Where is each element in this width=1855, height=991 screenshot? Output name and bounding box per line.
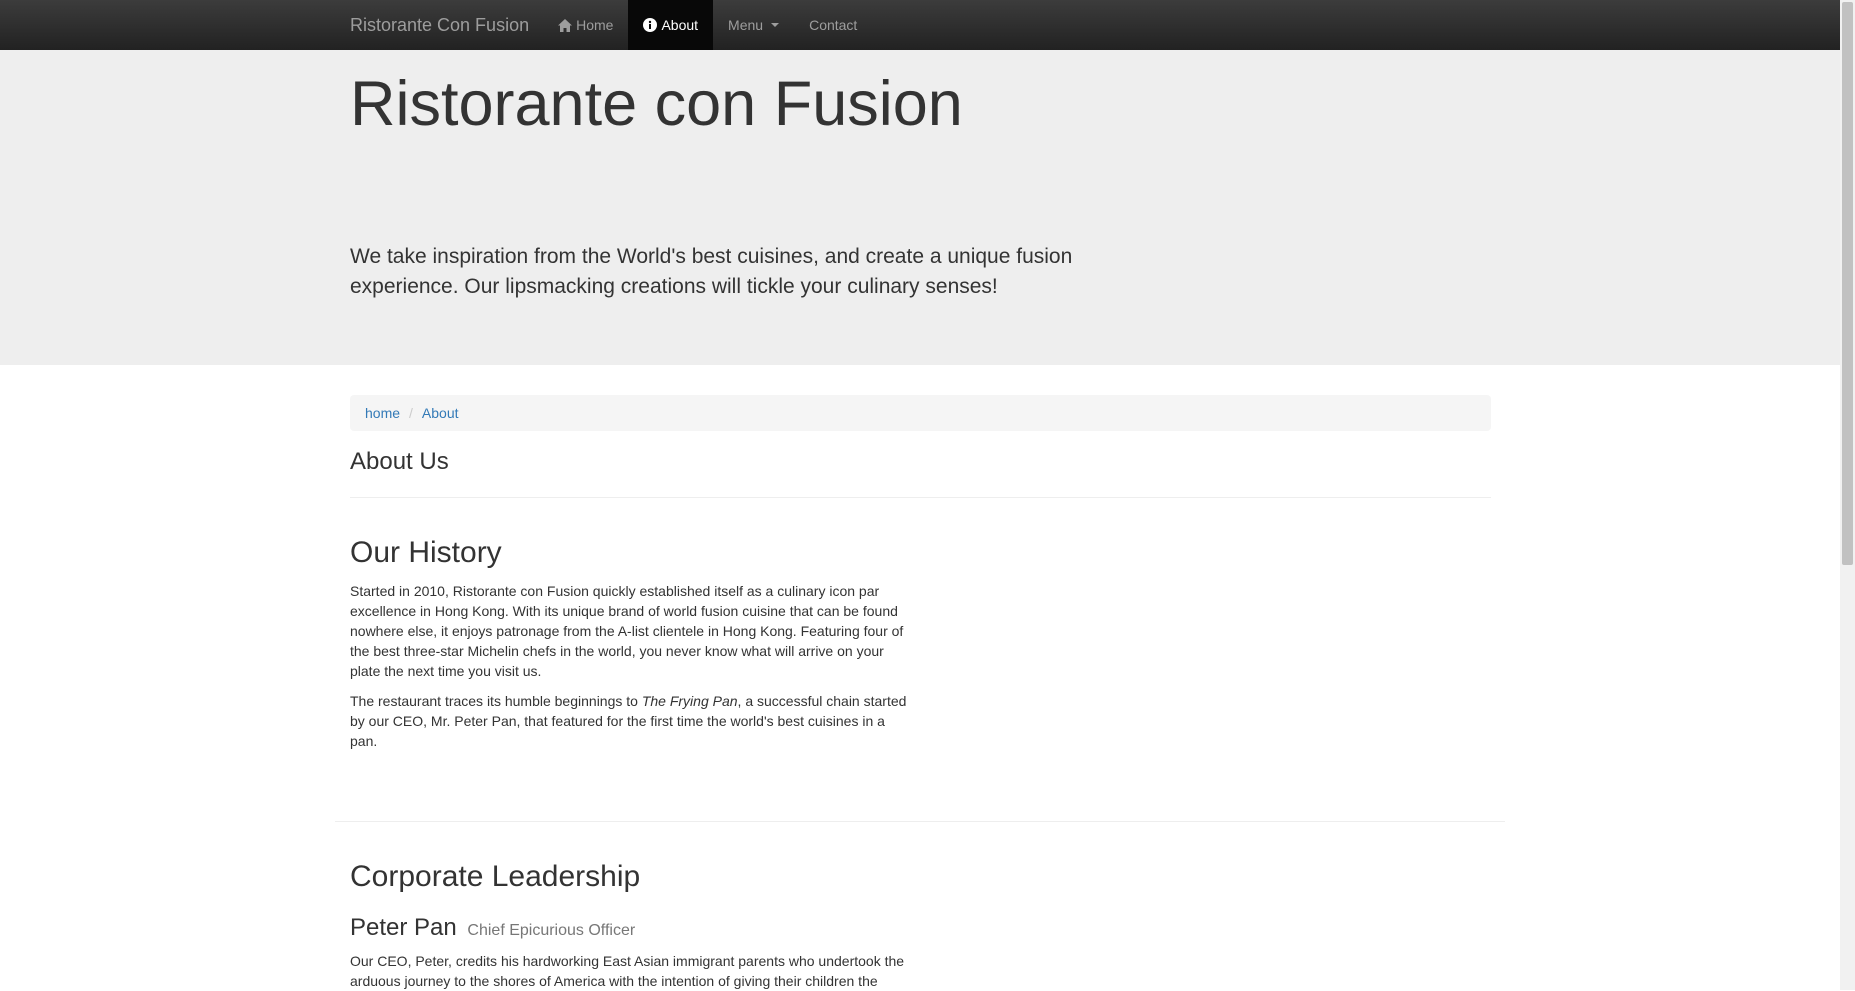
home-icon: [558, 18, 573, 32]
jumbotron: Ristorante con Fusion We take inspiratio…: [0, 50, 1840, 365]
jumbotron-title: Ristorante con Fusion: [350, 69, 963, 139]
vertical-scrollbar[interactable]: [1840, 0, 1855, 990]
leadership-heading: Corporate Leadership: [350, 860, 641, 893]
nav-item-about-label: About: [661, 17, 699, 33]
leader-title: Chief Epicurious Officer: [467, 922, 636, 939]
nav-item-menu[interactable]: Menu: [713, 0, 794, 50]
history-p2-emphasis: The Frying Pan: [641, 693, 738, 709]
scrollbar-thumb[interactable]: [1842, 2, 1853, 565]
history-paragraph-1: Started in 2010, Ristorante con Fusion q…: [350, 583, 904, 679]
divider: [350, 497, 1491, 498]
breadcrumb-about-link[interactable]: About: [422, 405, 459, 421]
caret-down-icon: [771, 23, 780, 27]
info-icon: [643, 18, 658, 32]
jumbotron-text: We take inspiration from the World's bes…: [350, 245, 1073, 298]
history-p2-before: The restaurant traces its humble beginni…: [350, 693, 642, 709]
breadcrumb-home-link[interactable]: home: [365, 405, 400, 421]
breadcrumb: home / About: [350, 395, 1491, 431]
nav-item-contact[interactable]: Contact: [794, 0, 872, 50]
navbar-brand[interactable]: Ristorante Con Fusion: [350, 0, 529, 50]
page-title: About Us: [350, 448, 449, 475]
breadcrumb-separator: /: [409, 405, 413, 421]
leader-heading: Peter Pan Chief Epicurious Officer: [350, 914, 635, 942]
history-heading: Our History: [350, 536, 502, 569]
nav-item-menu-label: Menu: [728, 17, 764, 33]
nav-item-home[interactable]: Home: [543, 0, 628, 50]
navbar: Ristorante Con Fusion Home About Menu Co…: [0, 0, 1840, 51]
nav-item-home-label: Home: [576, 17, 614, 33]
history-paragraph-2: The restaurant traces its humble beginni…: [350, 691, 910, 751]
leader-name: Peter Pan: [350, 914, 457, 941]
navbar-inner: Ristorante Con Fusion Home About Menu Co…: [350, 0, 872, 50]
leader-bio: Our CEO, Peter, credits his hardworking …: [350, 953, 905, 989]
nav-item-contact-label: Contact: [809, 17, 858, 33]
divider: [335, 821, 1505, 822]
nav-item-about[interactable]: About: [628, 0, 714, 50]
